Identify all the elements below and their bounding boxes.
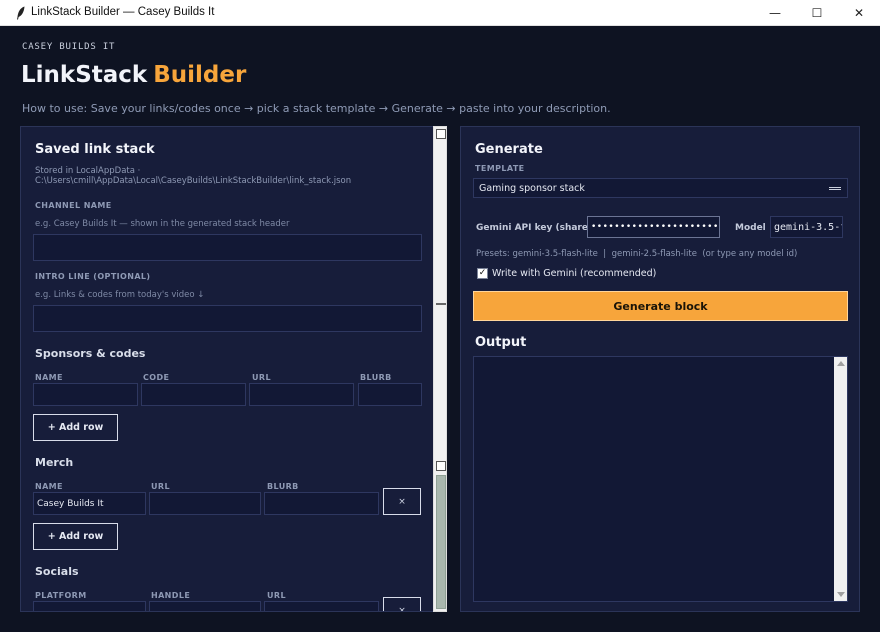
generate-block-button[interactable]: Generate block bbox=[473, 291, 848, 321]
sponsor-url-input[interactable] bbox=[249, 383, 354, 406]
maximize-button[interactable]: ☐ bbox=[796, 0, 838, 26]
template-select-value: Gaming sponsor stack bbox=[479, 182, 585, 194]
merch-section-title: Merch bbox=[35, 456, 74, 469]
close-window-button[interactable]: ✕ bbox=[838, 0, 880, 26]
minimize-button[interactable]: — bbox=[754, 0, 796, 26]
add-merch-row-button[interactable]: + Add row bbox=[33, 523, 118, 550]
merch-col-url: URL bbox=[151, 482, 170, 491]
page-title: LinkStack Builder bbox=[21, 62, 246, 88]
add-sponsor-row-button[interactable]: + Add row bbox=[33, 414, 118, 441]
write-with-gemini-label[interactable]: Write with Gemini (recommended) bbox=[492, 268, 656, 279]
socials-section-title: Socials bbox=[35, 565, 79, 578]
intro-line-label: INTRO LINE (OPTIONAL) bbox=[35, 272, 151, 281]
remove-merch-row-button[interactable]: × bbox=[383, 488, 421, 515]
socials-col-platform: PLATFORM bbox=[35, 591, 87, 600]
brand-eyebrow: CASEY BUILDS IT bbox=[22, 42, 116, 52]
page-title-main: LinkStack bbox=[21, 62, 148, 88]
sponsors-col-code: CODE bbox=[143, 373, 170, 382]
intro-line-help: e.g. Links & codes from today's video ↓ bbox=[35, 290, 205, 300]
output-scroll-down-icon[interactable] bbox=[837, 592, 845, 597]
model-label: Model bbox=[735, 223, 766, 233]
page-title-accent: Builder bbox=[153, 62, 247, 88]
sponsor-code-input[interactable] bbox=[141, 383, 246, 406]
generate-panel: Generate TEMPLATE Gaming sponsor stack G… bbox=[460, 126, 860, 612]
sponsor-blurb-input[interactable] bbox=[358, 383, 422, 406]
merch-col-name: NAME bbox=[35, 482, 63, 491]
window-title: LinkStack Builder — Casey Builds It bbox=[31, 6, 215, 18]
merch-blurb-input[interactable] bbox=[264, 492, 379, 515]
sponsors-col-url: URL bbox=[252, 373, 271, 382]
social-platform-input[interactable] bbox=[33, 601, 146, 611]
scroll-thumb[interactable] bbox=[436, 475, 446, 609]
feather-icon bbox=[17, 6, 25, 20]
api-key-input[interactable]: •••••••••••••••••••••••••••• bbox=[587, 216, 720, 238]
output-scrollbar[interactable] bbox=[834, 357, 847, 601]
sponsors-section-title: Sponsors & codes bbox=[35, 347, 146, 360]
scroll-up-arrow[interactable] bbox=[436, 129, 446, 139]
intro-line-input[interactable] bbox=[33, 305, 422, 332]
remove-social-row-button[interactable]: × bbox=[383, 597, 421, 611]
output-scroll-up-icon[interactable] bbox=[837, 361, 845, 366]
socials-col-url: URL bbox=[267, 591, 286, 600]
storage-path: C:\Users\cmill\AppData\Local\CaseyBuilds… bbox=[35, 176, 352, 186]
generate-title: Generate bbox=[475, 142, 543, 157]
channel-name-label: CHANNEL NAME bbox=[35, 201, 112, 210]
scroll-position-marker bbox=[436, 303, 446, 305]
merch-name-input[interactable]: Casey Builds It bbox=[33, 492, 146, 515]
window-titlebar: LinkStack Builder — Casey Builds It — ☐ … bbox=[0, 0, 880, 26]
sponsors-col-name: NAME bbox=[35, 373, 63, 382]
channel-name-help: e.g. Casey Builds It — shown in the gene… bbox=[35, 219, 290, 229]
model-input[interactable]: gemini-3.5-f bbox=[770, 216, 843, 238]
left-panel-scrollbar[interactable] bbox=[433, 126, 447, 612]
output-title: Output bbox=[475, 335, 527, 350]
sponsors-col-blurb: BLURB bbox=[360, 373, 392, 382]
saved-link-stack-title: Saved link stack bbox=[35, 142, 155, 157]
output-textarea[interactable] bbox=[473, 356, 848, 602]
dropdown-handle-icon bbox=[829, 187, 841, 190]
merch-url-input[interactable] bbox=[149, 492, 261, 515]
how-to-instructions: How to use: Save your links/codes once →… bbox=[22, 102, 611, 115]
merch-col-blurb: BLURB bbox=[267, 482, 299, 491]
social-handle-input[interactable] bbox=[149, 601, 261, 611]
template-select[interactable]: Gaming sponsor stack bbox=[473, 178, 848, 198]
socials-col-handle: HANDLE bbox=[151, 591, 191, 600]
scroll-mid-stop bbox=[436, 461, 446, 471]
channel-name-input[interactable] bbox=[33, 234, 422, 261]
model-presets-note: Presets: gemini-3.5-flash-lite | gemini-… bbox=[476, 249, 798, 259]
write-with-gemini-checkbox[interactable]: ✓ bbox=[477, 268, 488, 279]
api-key-label: Gemini API key (shared) bbox=[476, 223, 599, 233]
social-url-input[interactable] bbox=[264, 601, 379, 611]
sponsor-name-input[interactable] bbox=[33, 383, 138, 406]
template-label: TEMPLATE bbox=[475, 164, 525, 173]
saved-link-stack-panel: Saved link stack Stored in LocalAppData … bbox=[20, 126, 447, 612]
